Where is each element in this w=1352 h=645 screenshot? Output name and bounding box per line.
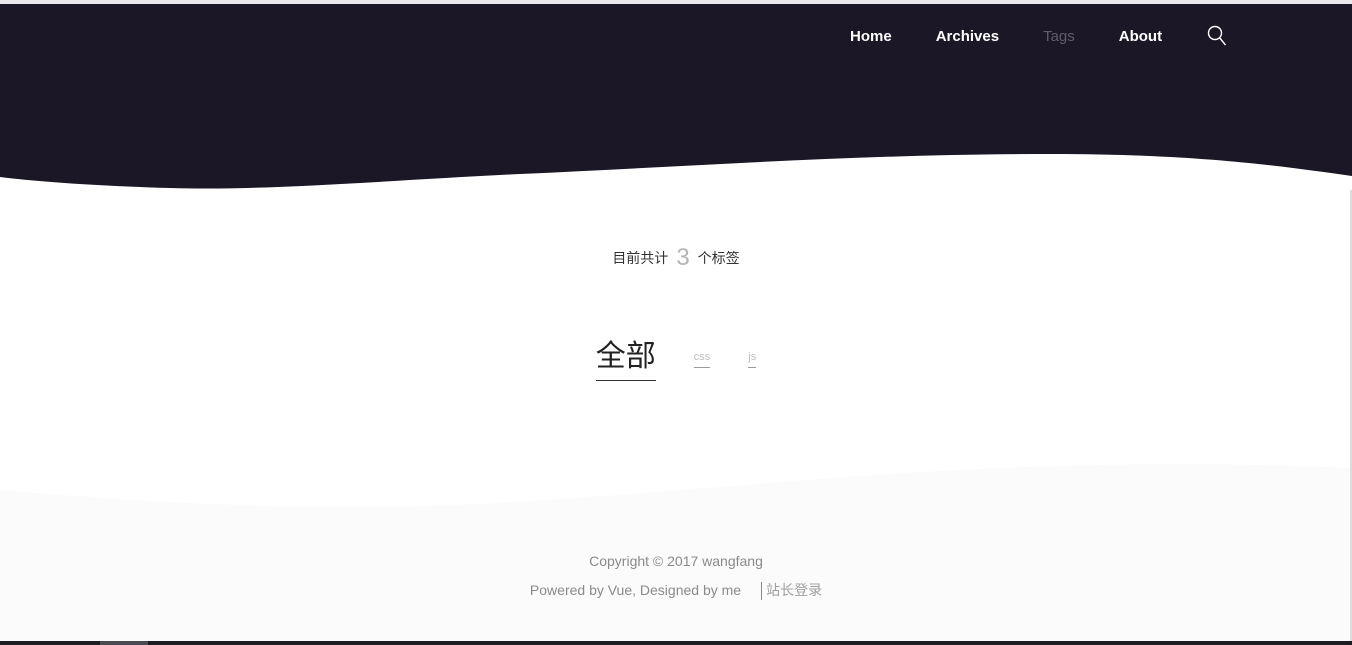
tag-all[interactable]: 全部 (595, 338, 656, 381)
copyright-text: Copyright © 2017 wangfang (589, 553, 763, 569)
summary-prefix: 目前共计 (612, 251, 669, 267)
nav-home[interactable]: Home (850, 28, 892, 45)
search-icon[interactable] (1206, 25, 1228, 47)
powered-text: Powered by Vue, Designed by me (529, 582, 742, 598)
summary-suffix: 个标签 (697, 251, 740, 267)
footer-powered-line: Powered by Vue, Designed by me 站长登录 (0, 581, 1352, 610)
main-nav: Home Archives Tags About (850, 25, 1228, 47)
nav-about[interactable]: About (1119, 28, 1162, 45)
admin-login-link[interactable]: 站长登录 (761, 582, 822, 600)
header: Home Archives Tags About (0, 4, 1352, 194)
tag-summary: 目前共计 3 个标签 (0, 242, 1352, 271)
page: Home Archives Tags About 目前共计 3 个标签 全部 css… (0, 0, 1352, 645)
nav-archives[interactable]: Archives (936, 28, 999, 45)
footer: Copyright © 2017 wangfang Powered by Vue… (0, 552, 1352, 610)
taskbar-tab[interactable] (100, 641, 148, 645)
nav-tags[interactable]: Tags (1043, 28, 1075, 45)
taskbar-strip (0, 641, 1352, 645)
tag-css[interactable]: css (693, 350, 711, 368)
tag-count: 3 (676, 244, 690, 271)
tag-js[interactable]: js (748, 350, 757, 368)
tag-list: 全部 css js (0, 338, 1352, 381)
